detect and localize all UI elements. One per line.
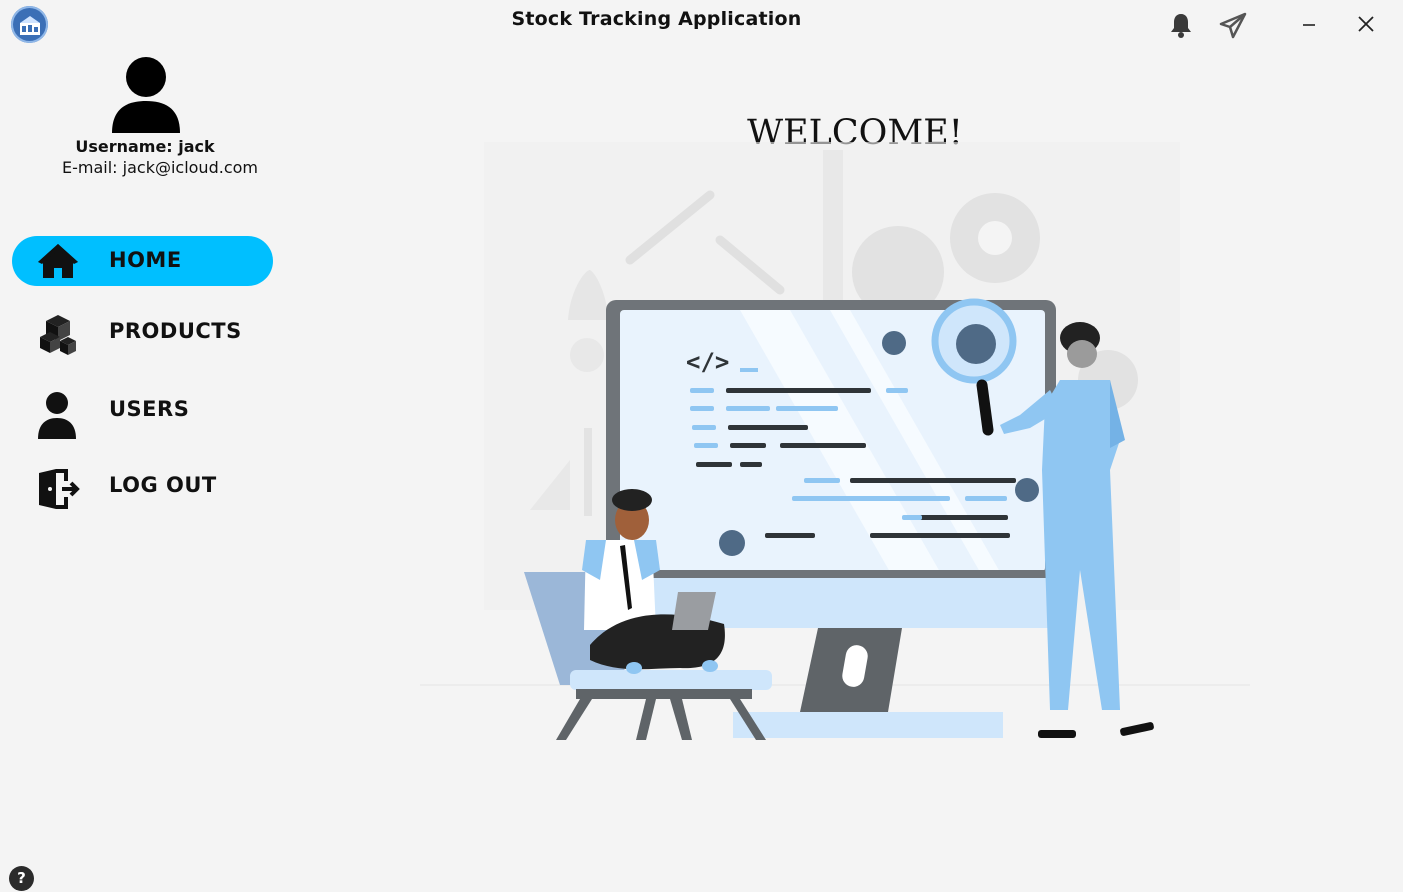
send-icon[interactable] — [1219, 12, 1247, 44]
username-label: Username: jack — [75, 137, 215, 156]
user-icon — [36, 391, 80, 439]
email-label: E-mail: jack@icloud.com — [62, 158, 258, 177]
code-tag-text: </> — [686, 348, 729, 376]
avatar-icon — [112, 57, 180, 133]
window-title: Stock Tracking Application — [511, 8, 802, 30]
nav-label-products: PRODUCTS — [109, 319, 242, 343]
bell-icon[interactable] — [1170, 12, 1192, 42]
home-icon — [36, 242, 80, 280]
nav-item-home[interactable]: HOME — [12, 236, 273, 286]
minimize-button[interactable] — [1300, 14, 1318, 36]
nav-label-logout: LOG OUT — [109, 473, 217, 497]
welcome-illustration: </> — [420, 140, 1250, 750]
nav-item-products[interactable]: PRODUCTS — [12, 307, 273, 357]
logout-icon — [36, 467, 80, 509]
nav-item-users[interactable]: USERS — [12, 385, 273, 439]
app-window: Stock Tracking Application Username: jac… — [0, 0, 1403, 892]
nav-label-users: USERS — [109, 397, 190, 421]
close-button[interactable] — [1357, 15, 1375, 37]
help-button[interactable]: ? — [9, 866, 34, 891]
nav-item-logout[interactable]: LOG OUT — [12, 461, 273, 511]
nav-label-home: HOME — [109, 248, 182, 272]
boxes-icon — [36, 313, 80, 355]
title-bar: Stock Tracking Application — [0, 0, 1403, 50]
